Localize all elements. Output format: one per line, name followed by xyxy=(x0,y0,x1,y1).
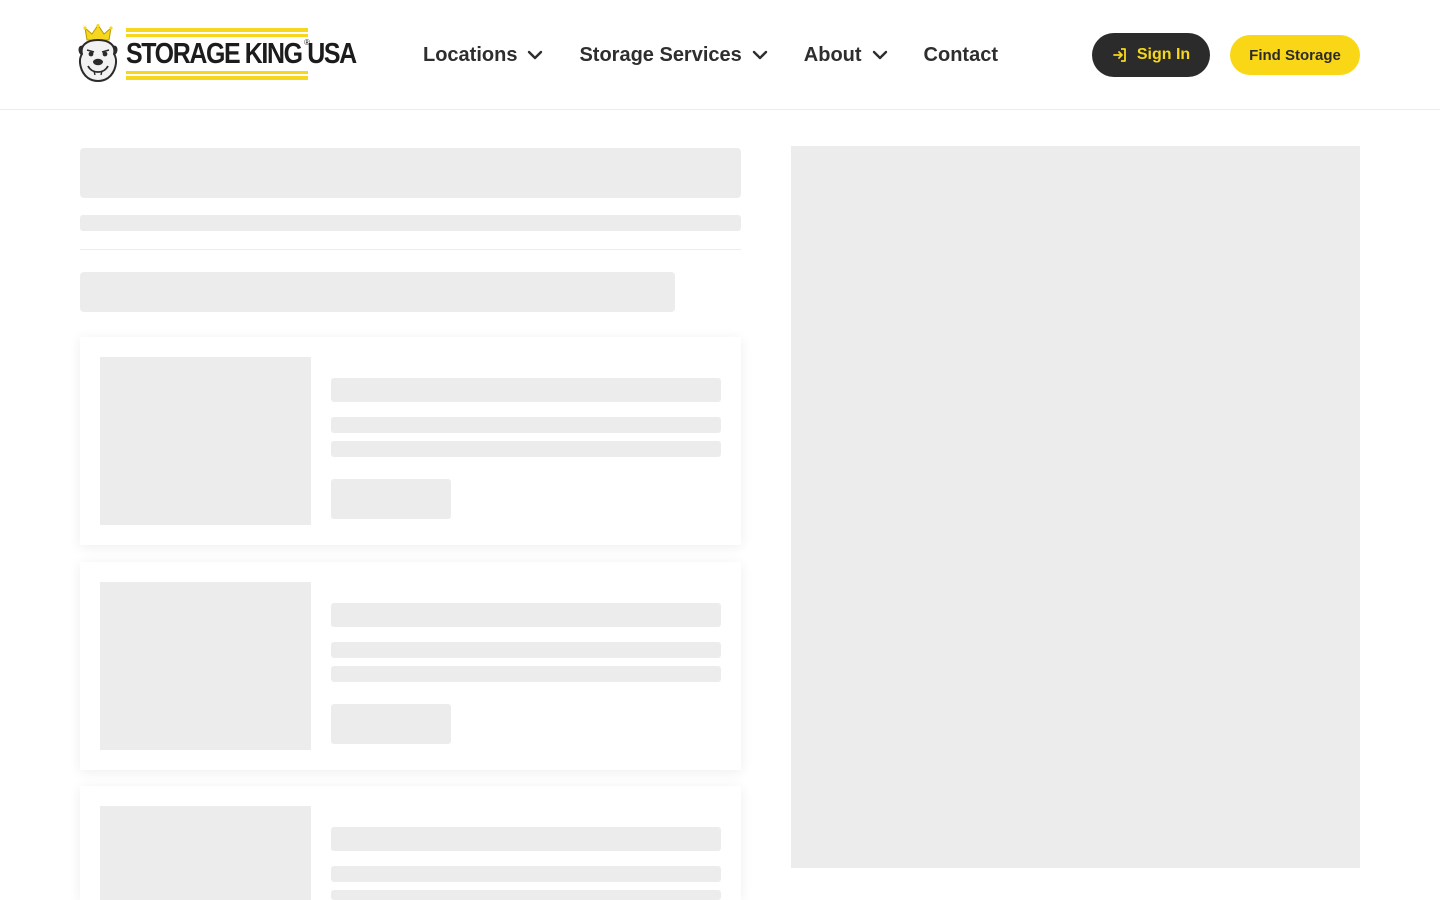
skeleton-button xyxy=(331,704,451,744)
sign-in-label: Sign In xyxy=(1136,46,1191,63)
skeleton-line xyxy=(331,666,721,682)
skeleton-line xyxy=(331,890,721,900)
nav-locations-label: Locations xyxy=(423,43,518,66)
skeleton-title xyxy=(80,148,741,198)
chevron-down-icon xyxy=(872,50,887,60)
skeleton-line xyxy=(331,378,721,402)
brand-logo[interactable]: STORAGE KING USA ® xyxy=(78,24,357,86)
skeleton-line xyxy=(331,827,721,851)
brand-wordmark: STORAGE KING USA ® xyxy=(126,28,357,80)
nav-contact-label: Contact xyxy=(923,43,998,66)
divider xyxy=(80,249,741,250)
skeleton-line xyxy=(331,603,721,627)
skeleton-line xyxy=(331,642,721,658)
nav-contact[interactable]: Contact xyxy=(924,44,998,67)
skeleton-thumbnail xyxy=(100,582,311,750)
skeleton-map xyxy=(791,146,1360,868)
sign-in-button[interactable]: Sign In xyxy=(1092,33,1210,77)
skeleton-line xyxy=(331,441,721,457)
registered-mark: ® xyxy=(304,38,310,47)
skeleton-card xyxy=(80,786,741,900)
chevron-down-icon xyxy=(752,50,767,60)
skeleton-thumbnail xyxy=(100,357,311,525)
chevron-down-icon xyxy=(528,50,543,60)
nav-about[interactable]: About xyxy=(804,44,888,67)
nav-locations[interactable]: Locations xyxy=(423,44,543,67)
bulldog-king-icon xyxy=(78,24,118,82)
brand-name: STORAGE KING USA xyxy=(126,38,357,70)
skeleton-card xyxy=(80,337,741,545)
skeleton-line xyxy=(331,866,721,882)
main-nav: Locations Storage Services About Contact xyxy=(423,38,998,72)
skeleton-button xyxy=(331,479,451,519)
sign-in-icon xyxy=(1112,48,1126,62)
skeleton-card xyxy=(80,562,741,770)
site-header: STORAGE KING USA ® Locations Storage Ser… xyxy=(0,0,1440,110)
nav-storage-services-label: Storage Services xyxy=(579,43,742,66)
skeleton-thumbnail xyxy=(100,806,311,900)
skeleton-heading xyxy=(80,272,675,312)
find-storage-button[interactable]: Find Storage xyxy=(1230,35,1360,75)
skeleton-line xyxy=(331,417,721,433)
nav-storage-services[interactable]: Storage Services xyxy=(579,44,767,67)
skeleton-subtitle xyxy=(80,215,741,231)
nav-about-label: About xyxy=(803,43,862,66)
